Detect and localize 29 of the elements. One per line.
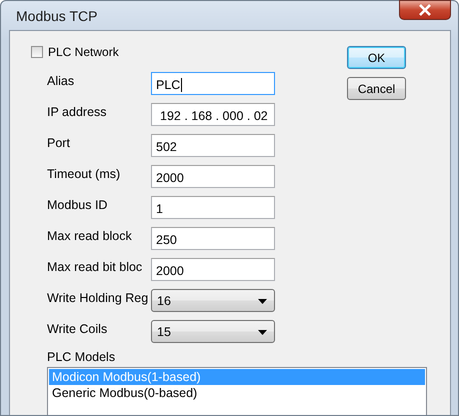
dropdown[interactable]: 16 [151, 289, 275, 312]
input-field[interactable]: PLC [151, 72, 275, 95]
input-field[interactable]: 1 [151, 196, 275, 219]
input-field[interactable]: 2000 [151, 258, 275, 281]
field-label: Alias [47, 74, 76, 88]
checkbox-label: PLC Network [48, 45, 119, 59]
ok-button[interactable]: OK [347, 46, 406, 69]
ip-address-field[interactable]: 192 . 168 . 000 . 02 [151, 103, 275, 126]
field-label: Max read bit bloc [47, 260, 144, 274]
close-button[interactable] [399, 0, 451, 20]
caret-icon [258, 298, 267, 304]
checkbox[interactable] [31, 46, 43, 58]
field-label: Write Coils [47, 322, 108, 336]
dropdown[interactable]: 15 [151, 320, 275, 343]
field-label: IP address [47, 104, 108, 118]
field-label: Max read block [47, 228, 133, 242]
field-label: Timeout (ms) [47, 166, 122, 180]
input-field[interactable]: 250 [151, 227, 275, 250]
cancel-button[interactable]: Cancel [347, 77, 406, 100]
input-field[interactable]: 2000 [151, 165, 275, 188]
field-label: Write Holding Reg [47, 290, 150, 304]
input-field[interactable]: 502 [151, 134, 275, 157]
field-label: Modbus ID [47, 198, 108, 212]
caret-icon [258, 330, 267, 334]
window-title: Modbus TCP [16, 8, 98, 24]
list-label: PLC Models [46, 350, 116, 364]
field-label: Port [47, 136, 71, 150]
close-icon [418, 4, 432, 16]
list-item[interactable]: Generic Modbus(0-based) [49, 385, 425, 401]
